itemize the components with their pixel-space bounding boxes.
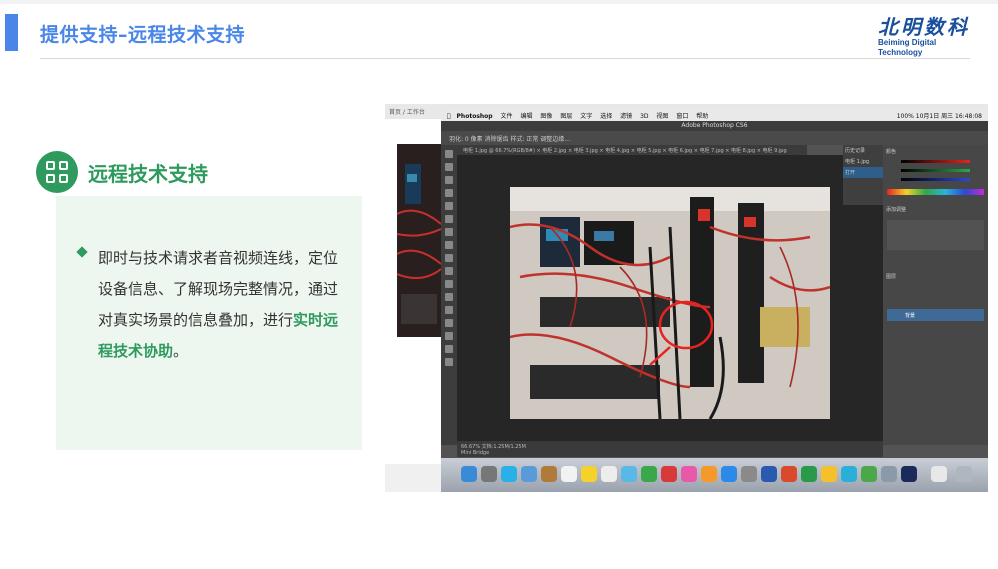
eraser-tool-icon[interactable] bbox=[445, 280, 453, 288]
appstore-icon[interactable] bbox=[721, 466, 737, 482]
color-panel-title: 颜色 bbox=[886, 149, 897, 155]
mac-dock bbox=[441, 458, 988, 492]
tools-icon[interactable] bbox=[881, 466, 897, 482]
ps-minibridge[interactable]: Mini Bridge bbox=[461, 450, 879, 456]
menu-item-layer[interactable]: 图层 bbox=[560, 113, 572, 120]
history-title: 历史记录 bbox=[845, 148, 866, 154]
ps-right-panels: 颜色 添加调整 图层 背景 bbox=[883, 145, 988, 445]
menubar-status: 100% 10月1日 周三 16:48:08 bbox=[896, 113, 982, 120]
eyedropper-tool-icon[interactable] bbox=[445, 215, 453, 223]
text-tool-icon[interactable] bbox=[445, 319, 453, 327]
menu-item-file[interactable]: 文件 bbox=[501, 113, 513, 120]
layer-background[interactable]: 背景 bbox=[887, 309, 984, 321]
menu-item-help[interactable]: 帮助 bbox=[696, 113, 708, 120]
ps-document-tabs[interactable]: 电柜 1.jpg @ 66.7%(RGB/8#) × 电柜 2.jpg × 电柜… bbox=[457, 145, 807, 155]
hand-tool-icon[interactable] bbox=[445, 345, 453, 353]
outlook-icon[interactable] bbox=[821, 466, 837, 482]
documents-icon[interactable] bbox=[931, 466, 947, 482]
word-icon[interactable] bbox=[761, 466, 777, 482]
gradient-tool-icon[interactable] bbox=[445, 293, 453, 301]
zoom-tool-icon[interactable] bbox=[445, 358, 453, 366]
slide: 提供支持–远程技术支持 北明数科 Beiming Digital Technol… bbox=[0, 0, 998, 569]
video-thumbnail bbox=[397, 144, 441, 337]
history-item-open[interactable]: 打开 bbox=[843, 167, 883, 178]
ps-options-bar[interactable]: 羽化: 0 像素 消除锯齿 样式: 正常 调整边缘... bbox=[441, 131, 988, 145]
photoshop-icon[interactable] bbox=[901, 466, 917, 482]
utility-icon[interactable] bbox=[861, 466, 877, 482]
history-item[interactable]: 电柜 1.jpg bbox=[843, 156, 883, 167]
lasso-tool-icon[interactable] bbox=[445, 176, 453, 184]
wand-tool-icon[interactable] bbox=[445, 189, 453, 197]
mac-menubar:  Photoshop 文件 编辑 图像 图层 文字 选择 滤镜 3D 视图 窗… bbox=[441, 109, 988, 121]
contacts-icon[interactable] bbox=[541, 466, 557, 482]
section-title: 远程技术支持 bbox=[88, 162, 208, 186]
menu-item-select[interactable]: 选择 bbox=[600, 113, 612, 120]
menu-item-view[interactable]: 视图 bbox=[656, 113, 668, 120]
lync-icon[interactable] bbox=[841, 466, 857, 482]
reminders-icon[interactable] bbox=[601, 466, 617, 482]
header-accent-bar bbox=[5, 14, 18, 51]
menu-item-image[interactable]: 图像 bbox=[540, 113, 552, 120]
logo-cn: 北明数科 bbox=[878, 15, 970, 39]
header-divider bbox=[40, 58, 970, 59]
menu-item-edit[interactable]: 编辑 bbox=[520, 113, 532, 120]
electrical-cabinet-photo bbox=[510, 187, 830, 419]
messages-icon[interactable] bbox=[621, 466, 637, 482]
excel-icon[interactable] bbox=[801, 466, 817, 482]
powerpoint-icon[interactable] bbox=[781, 466, 797, 482]
ibooks-icon[interactable] bbox=[701, 466, 717, 482]
menu-item-photoshop[interactable]: Photoshop bbox=[457, 113, 493, 120]
crop-tool-icon[interactable] bbox=[445, 202, 453, 210]
page-title: 提供支持–远程技术支持 bbox=[40, 24, 246, 46]
move-tool-icon[interactable] bbox=[445, 150, 453, 158]
browser-side-panel bbox=[385, 119, 441, 464]
logo-en: Beiming Digital Technology bbox=[878, 38, 937, 57]
history-brush-icon[interactable] bbox=[445, 267, 453, 275]
healing-tool-icon[interactable] bbox=[445, 228, 453, 236]
path-tool-icon[interactable] bbox=[445, 332, 453, 340]
facetime-icon[interactable] bbox=[641, 466, 657, 482]
mail-icon[interactable] bbox=[521, 466, 537, 482]
itunes-icon[interactable] bbox=[681, 466, 697, 482]
company-logo: 北明数科 Beiming Digital Technology bbox=[872, 15, 972, 57]
bullet-text-part2: 。 bbox=[173, 342, 189, 360]
calendar-icon[interactable] bbox=[561, 466, 577, 482]
menu-item-type[interactable]: 文字 bbox=[580, 113, 592, 120]
photobooth-icon[interactable] bbox=[661, 466, 677, 482]
layers-panel-title: 图层 bbox=[886, 274, 897, 280]
launchpad-icon[interactable] bbox=[481, 466, 497, 482]
trash-icon[interactable] bbox=[956, 466, 972, 482]
top-strip bbox=[0, 0, 998, 4]
pen-tool-icon[interactable] bbox=[445, 306, 453, 314]
finder-icon[interactable] bbox=[461, 466, 477, 482]
preferences-icon[interactable] bbox=[741, 466, 757, 482]
menu-apple[interactable]:  bbox=[447, 113, 451, 120]
grid-icon bbox=[36, 151, 78, 193]
stamp-tool-icon[interactable] bbox=[445, 254, 453, 262]
menu-item-window[interactable]: 窗口 bbox=[676, 113, 688, 120]
notes-icon[interactable] bbox=[581, 466, 597, 482]
photoshop-window:  Photoshop 文件 编辑 图像 图层 文字 选择 滤镜 3D 视图 窗… bbox=[441, 109, 988, 492]
bullet-text: 即时与技术请求者音视频连线，定位设备信息、了解现场完整情况，通过对真实场景的信息… bbox=[98, 243, 348, 367]
brush-tool-icon[interactable] bbox=[445, 241, 453, 249]
safari-icon[interactable] bbox=[501, 466, 517, 482]
menu-item-3d[interactable]: 3D bbox=[640, 113, 648, 120]
menu-item-filter[interactable]: 滤镜 bbox=[620, 113, 632, 120]
ps-status-bar: 66.67% 文档:1.25M/1.25M Mini Bridge bbox=[457, 441, 883, 457]
ps-toolbar bbox=[441, 145, 457, 445]
adjust-panel-title: 添加调整 bbox=[886, 207, 907, 213]
photoshop-screenshot: 首页 / 工作台  Photoshop 文件 编辑 图像 图层 文 bbox=[385, 104, 988, 492]
ps-history-panel: 历史记录 电柜 1.jpg 打开 bbox=[843, 145, 883, 205]
marquee-tool-icon[interactable] bbox=[445, 163, 453, 171]
ps-status-text: 66.67% 文档:1.25M/1.25M bbox=[461, 444, 526, 450]
ps-titlebar: Adobe Photoshop CS6 bbox=[441, 121, 988, 131]
